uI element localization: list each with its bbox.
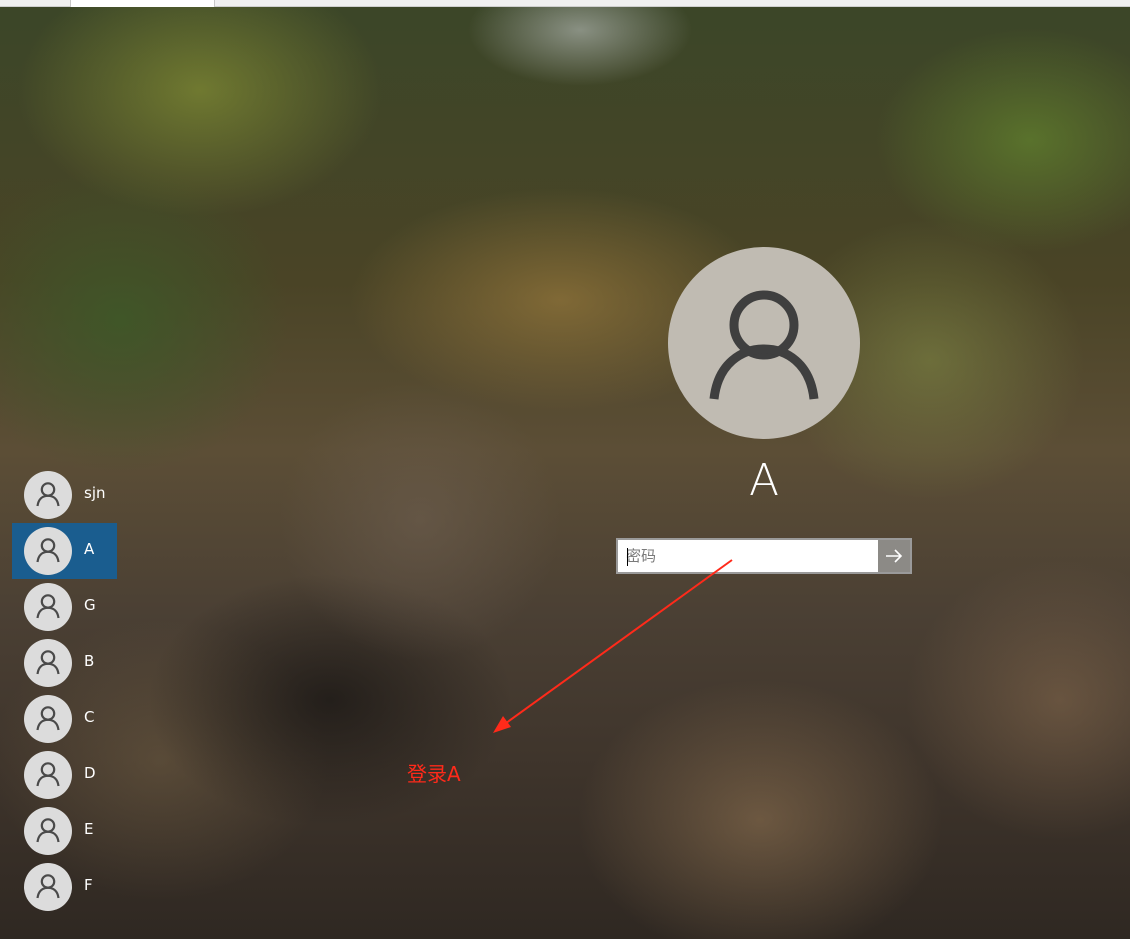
person-icon <box>36 594 60 619</box>
text-caret <box>627 548 628 566</box>
user-name: E <box>84 820 94 838</box>
current-user-avatar <box>668 247 860 439</box>
user-item[interactable]: D <box>12 747 117 803</box>
person-icon <box>36 706 60 731</box>
user-name: A <box>84 540 95 558</box>
annotation-arrow <box>493 559 733 733</box>
person-icon <box>36 482 60 507</box>
user-item[interactable]: G <box>12 579 117 635</box>
arrow-right-icon <box>886 549 903 563</box>
submit-button[interactable] <box>878 540 910 572</box>
person-icon <box>36 650 60 675</box>
user-list: sjn A G B C D E F <box>12 467 117 915</box>
user-name: F <box>84 876 93 894</box>
person-icon <box>36 874 60 899</box>
lock-screen: A sjn A G B C D E F 登录A <box>0 0 1130 939</box>
user-item[interactable]: B <box>12 635 117 691</box>
user-item[interactable]: A <box>12 523 117 579</box>
person-icon <box>36 538 60 563</box>
person-icon <box>36 762 60 787</box>
user-name: G <box>84 596 96 614</box>
user-name: sjn <box>84 484 106 502</box>
user-avatar <box>24 807 72 855</box>
user-avatar <box>24 471 72 519</box>
user-avatar <box>24 583 72 631</box>
person-icon <box>36 818 60 843</box>
user-avatar <box>24 751 72 799</box>
window-top-strip <box>0 0 1130 7</box>
user-name: B <box>84 652 95 670</box>
password-input[interactable] <box>618 540 878 572</box>
user-avatar <box>24 527 72 575</box>
user-avatar <box>24 639 72 687</box>
browser-tab[interactable] <box>70 0 215 7</box>
person-icon <box>709 290 819 400</box>
user-item[interactable]: F <box>12 859 117 915</box>
user-avatar <box>24 695 72 743</box>
user-item[interactable]: E <box>12 803 117 859</box>
annotation-label: 登录A <box>407 762 461 786</box>
current-user-name: A <box>748 455 780 506</box>
user-name: D <box>84 764 96 782</box>
user-item[interactable]: sjn <box>12 467 117 523</box>
user-item[interactable]: C <box>12 691 117 747</box>
password-field-container <box>616 538 912 574</box>
user-avatar <box>24 863 72 911</box>
user-name: C <box>84 708 95 726</box>
